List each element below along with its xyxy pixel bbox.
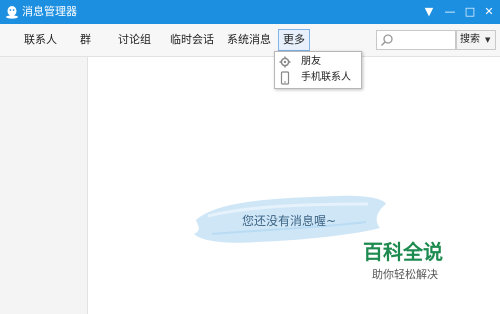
tab-groups[interactable]: 群 — [80, 31, 91, 49]
tab-discussions[interactable]: 讨论组 — [118, 31, 151, 49]
chevron-down-icon[interactable]: ▼ — [485, 31, 490, 49]
tab-system-messages[interactable]: 系统消息 — [227, 31, 271, 49]
menu-item-label: 手机联系人 — [301, 72, 351, 83]
close-button[interactable]: ✕ — [480, 3, 498, 21]
watermark-logo: 百科全说 — [363, 240, 443, 264]
menu-item-friends[interactable]: 朋友 — [275, 54, 361, 70]
tab-more[interactable]: 更多 — [278, 29, 310, 51]
tab-temp-chats[interactable]: 临时会话 — [170, 31, 214, 49]
menu-item-label: 朋友 — [301, 56, 321, 67]
search-button[interactable]: 搜索 ▼ — [456, 30, 496, 50]
search-icon — [380, 34, 393, 47]
minimize-button[interactable]: — — [441, 3, 459, 21]
window-title: 消息管理器 — [22, 5, 77, 18]
app-logo-icon — [6, 6, 18, 19]
contact-sidebar — [0, 57, 88, 314]
menu-dropdown-icon[interactable]: ▼ — [420, 3, 438, 21]
title-bar: 消息管理器 ▼ — □ ✕ — [0, 0, 500, 24]
tab-contacts[interactable]: 联系人 — [24, 31, 57, 49]
nav-bar: 联系人 群 讨论组 临时会话 系统消息 更多 搜索 ▼ — [0, 24, 500, 57]
maximize-button[interactable]: □ — [461, 3, 479, 21]
gear-icon — [279, 56, 291, 68]
message-pane — [88, 57, 500, 314]
search-input[interactable] — [376, 30, 456, 50]
empty-state-message: 您还没有消息喔~ — [242, 214, 337, 228]
search-button-label: 搜索 — [460, 34, 480, 45]
more-dropdown-menu: 朋友 手机联系人 — [274, 51, 362, 89]
watermark-subtitle: 助你轻松解决 — [372, 268, 438, 281]
menu-item-phone-contacts[interactable]: 手机联系人 — [275, 70, 361, 86]
phone-icon — [280, 71, 290, 85]
